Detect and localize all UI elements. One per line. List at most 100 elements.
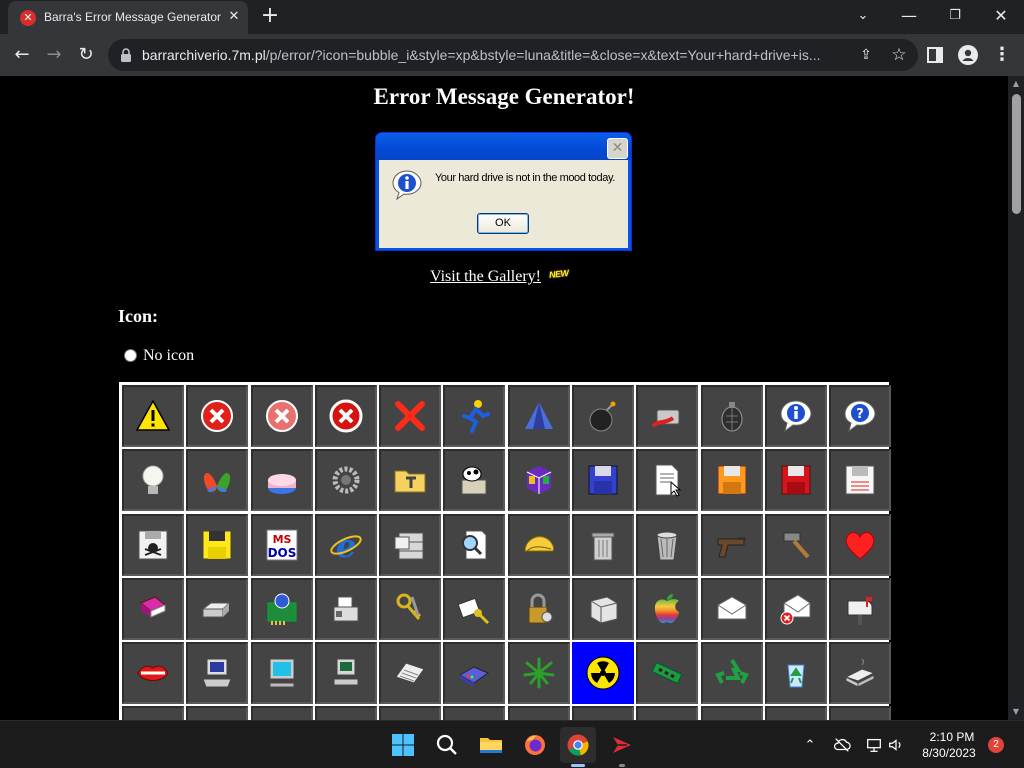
icon-option-gears[interactable] <box>314 449 377 512</box>
icon-option-hammer[interactable] <box>764 513 827 576</box>
icon-option-hidden[interactable] <box>443 706 506 720</box>
profile-icon[interactable] <box>958 45 978 65</box>
icon-option-floppy-red[interactable] <box>764 449 827 512</box>
search-icon[interactable] <box>429 727 465 763</box>
scrollbar-thumb[interactable] <box>1012 94 1021 214</box>
icon-option-file-cabinet[interactable] <box>379 513 442 576</box>
icon-option-red-x[interactable] <box>379 385 442 447</box>
icon-option-padlock[interactable] <box>507 577 570 640</box>
icon-option-info-bubble[interactable] <box>764 385 827 447</box>
icon-option-scanner[interactable] <box>572 577 635 640</box>
tab-close-icon[interactable]: ✕ <box>224 7 244 27</box>
tray-chevron-up-icon[interactable]: ⌃ <box>800 735 820 755</box>
icon-option-lightbulb[interactable] <box>122 449 184 512</box>
icon-option-document-cursor[interactable] <box>636 449 699 512</box>
share-icon[interactable]: ⇪ <box>856 45 876 65</box>
minimize-button[interactable]: — <box>894 4 924 30</box>
icon-option-recycle-bin[interactable] <box>764 642 827 705</box>
icon-option-floppy-skull[interactable] <box>122 513 184 576</box>
icon-option-ram-chip[interactable] <box>636 642 699 705</box>
icon-option-hidden[interactable] <box>507 706 570 720</box>
icon-option-warning[interactable] <box>122 385 184 447</box>
gallery-link[interactable]: Visit the Gallery! <box>430 268 541 286</box>
ok-button[interactable]: OK <box>477 213 529 234</box>
icon-option-taco[interactable] <box>507 513 570 576</box>
icon-option-bomb[interactable] <box>572 385 635 447</box>
icon-option-cube[interactable] <box>507 449 570 512</box>
scroll-down-arrow-icon[interactable]: ▼ <box>1008 704 1024 720</box>
forward-arrow-icon[interactable]: → <box>41 42 67 68</box>
icon-option-hidden[interactable] <box>186 706 249 720</box>
icon-option-radiation[interactable] <box>572 642 635 705</box>
icon-option-error-x[interactable] <box>186 385 249 447</box>
firefox-icon[interactable] <box>517 727 553 763</box>
icon-option-hidden[interactable] <box>572 706 635 720</box>
icon-option-hidden[interactable] <box>250 706 313 720</box>
icon-option-hidden[interactable] <box>764 706 827 720</box>
icon-option-leaf[interactable] <box>507 642 570 705</box>
lock-icon[interactable] <box>118 47 134 63</box>
icon-option-keys[interactable] <box>379 577 442 640</box>
side-panel-icon[interactable] <box>926 46 944 64</box>
icon-option-floppy-orange[interactable] <box>700 449 763 512</box>
icon-option-hidden[interactable] <box>829 706 892 720</box>
kebab-menu-icon[interactable]: ⋮ <box>992 44 1012 66</box>
icon-option-cake[interactable] <box>250 449 313 512</box>
icon-option-hidden[interactable] <box>700 706 763 720</box>
icon-option-fax[interactable] <box>314 577 377 640</box>
scroll-up-arrow-icon[interactable]: ▲ <box>1008 76 1024 92</box>
clock-date[interactable]: 8/30/2023 <box>912 746 986 760</box>
icon-option-msn-butterfly[interactable] <box>186 449 249 512</box>
icon-option-folder-tools[interactable] <box>379 449 442 512</box>
icon-option-key-card[interactable] <box>443 577 506 640</box>
icon-option-computer-small[interactable] <box>314 642 377 705</box>
icon-option-recycle[interactable] <box>700 642 763 705</box>
icon-option-error-x-faded[interactable] <box>250 385 313 447</box>
window-close-button[interactable]: ✕ <box>986 4 1016 30</box>
icon-option-ie-logo[interactable]: e <box>314 513 377 576</box>
icon-option-question-bubble[interactable]: ? <box>829 385 892 447</box>
file-explorer-icon[interactable] <box>473 727 509 763</box>
icon-option-hidden[interactable] <box>314 706 377 720</box>
reload-icon[interactable]: ↻ <box>73 42 99 68</box>
icon-option-heart[interactable] <box>829 513 892 576</box>
icon-option-modem[interactable] <box>443 642 506 705</box>
icon-option-printer[interactable] <box>186 577 249 640</box>
icon-option-aim-runner[interactable] <box>443 385 506 447</box>
icon-option-gun[interactable] <box>700 513 763 576</box>
new-tab-button[interactable]: + <box>258 5 282 29</box>
icon-option-floppy-blue[interactable] <box>572 449 635 512</box>
icon-option-hard-drive[interactable] <box>829 642 892 705</box>
icon-option-keyboard[interactable] <box>379 642 442 705</box>
url-text[interactable]: barrarchiverio.7m.pl/p/error/?icon=bubbl… <box>142 47 854 63</box>
icon-option-floppy-white[interactable] <box>829 449 892 512</box>
windows-start-icon[interactable] <box>385 727 421 763</box>
bookmark-star-icon[interactable]: ☆ <box>888 44 910 66</box>
icon-option-envelope-error[interactable] <box>764 577 827 640</box>
tab-active[interactable]: ✕ Barra's Error Message Generator ✕ <box>8 1 248 34</box>
address-bar[interactable]: barrarchiverio.7m.pl/p/error/?icon=bubbl… <box>108 39 918 71</box>
icon-option-mailbox[interactable] <box>829 577 892 640</box>
clock-time[interactable]: 2:10 PM <box>920 730 984 744</box>
icon-option-hidden[interactable] <box>122 706 184 720</box>
icon-option-cow-box[interactable] <box>443 449 506 512</box>
icon-option-grenade[interactable] <box>700 385 763 447</box>
back-arrow-icon[interactable]: ← <box>9 42 35 68</box>
icon-option-book[interactable] <box>122 577 184 640</box>
pinned-app-arrow-icon[interactable] <box>604 727 640 763</box>
icon-option-msdos[interactable]: MS DOS <box>250 513 313 576</box>
no-icon-radio[interactable] <box>124 349 137 362</box>
page-scrollbar[interactable]: ▲ ▼ <box>1008 76 1024 720</box>
icon-option-lips[interactable] <box>122 642 184 705</box>
dialog-close-button[interactable]: ✕ <box>607 138 628 159</box>
tab-search-chevron-icon[interactable]: ⌄ <box>848 4 878 30</box>
icon-option-apple-logo[interactable] <box>636 577 699 640</box>
icon-option-briefcase-hand[interactable] <box>636 385 699 447</box>
icon-option-trash-metal[interactable] <box>636 513 699 576</box>
notification-badge[interactable]: 2 <box>988 737 1004 753</box>
network-icon[interactable] <box>864 735 884 755</box>
icon-option-trash-can[interactable] <box>572 513 635 576</box>
icon-option-hidden[interactable] <box>636 706 699 720</box>
icon-option-error-x-bordered[interactable] <box>314 385 377 447</box>
volume-icon[interactable] <box>886 735 906 755</box>
